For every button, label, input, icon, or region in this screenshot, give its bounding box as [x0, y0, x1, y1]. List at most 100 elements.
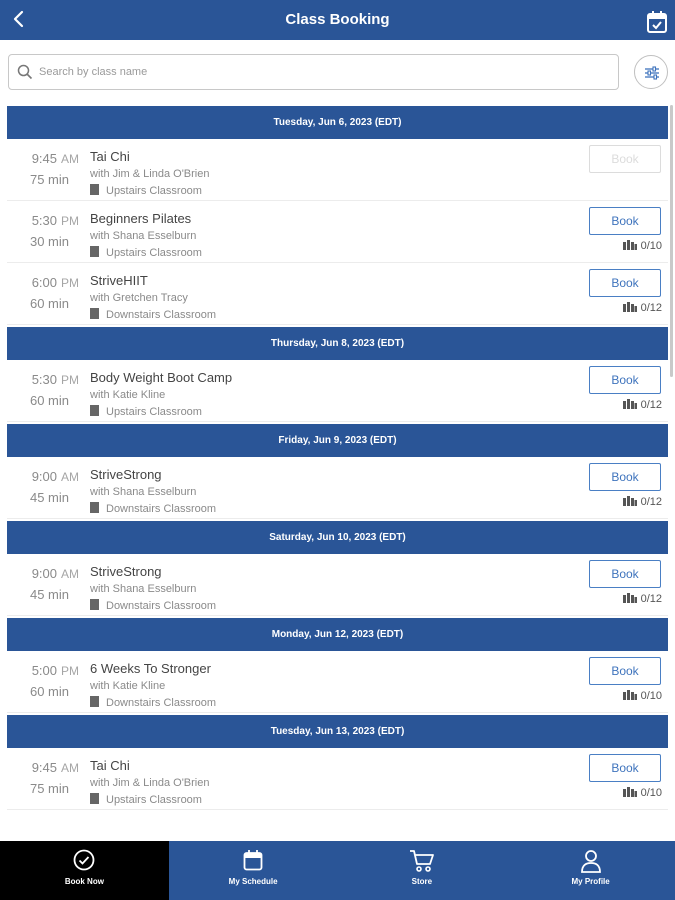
- book-button[interactable]: Book: [589, 754, 661, 782]
- class-name: 6 Weeks To Stronger: [90, 661, 211, 676]
- tab-my-profile[interactable]: My Profile: [506, 841, 675, 900]
- class-time: 5:30 PM: [31, 213, 79, 228]
- calendar-check-icon[interactable]: [646, 10, 668, 34]
- class-room: Downstairs Classroom: [90, 599, 216, 612]
- filter-sliders-icon: [645, 66, 659, 80]
- filter-button[interactable]: [634, 55, 668, 89]
- class-time: 5:30 PM: [31, 372, 79, 387]
- search-box[interactable]: [8, 54, 619, 90]
- book-button[interactable]: Book: [589, 366, 661, 394]
- day-header: Monday, Jun 12, 2023 (EDT): [7, 618, 668, 651]
- class-duration: 75 min: [29, 781, 69, 796]
- bottom-nav: Book Now My Schedule Store My Profile: [0, 841, 675, 900]
- class-row[interactable]: 9:45 AM 75 min Tai Chi with Jim & Linda O…: [7, 748, 668, 810]
- class-name: StriveHIIT: [90, 273, 148, 288]
- class-row[interactable]: 9:00 AM 45 min StriveStrong with Shana Es…: [7, 457, 668, 519]
- day-header: Saturday, Jun 10, 2023 (EDT): [7, 521, 668, 554]
- class-name: Body Weight Boot Camp: [90, 370, 233, 385]
- class-duration: 45 min: [29, 490, 69, 505]
- scrollbar[interactable]: [670, 105, 673, 377]
- class-row[interactable]: 9:45 AM 75 min Tai Chi with Jim & Linda O…: [7, 139, 668, 201]
- class-capacity: 0/12: [622, 593, 662, 605]
- door-icon: [90, 502, 99, 513]
- class-room: Upstairs Classroom: [90, 246, 202, 259]
- class-row[interactable]: 5:30 PM 60 min Body Weight Boot Camp with…: [7, 360, 668, 422]
- class-time: 9:00 AM: [31, 469, 79, 484]
- class-instructor: with Shana Esselburn: [90, 583, 197, 595]
- class-name: StriveStrong: [90, 564, 162, 579]
- class-time: 9:45 AM: [31, 151, 79, 166]
- class-duration: 30 min: [29, 234, 69, 249]
- tab-my-schedule[interactable]: My Schedule: [169, 841, 338, 900]
- class-room: Downstairs Classroom: [90, 308, 216, 321]
- class-row[interactable]: 5:00 PM 60 min 6 Weeks To Stronger with K…: [7, 651, 668, 713]
- people-icon: [622, 690, 637, 700]
- top-bar: Class Booking: [0, 0, 675, 40]
- search-input[interactable]: [39, 61, 599, 83]
- class-time: 6:00 PM: [31, 275, 79, 290]
- tab-book-now[interactable]: Book Now: [0, 841, 169, 900]
- book-button[interactable]: Book: [589, 463, 661, 491]
- search-icon: [17, 64, 33, 80]
- class-capacity: 0/10: [622, 240, 662, 252]
- class-row[interactable]: 6:00 PM 60 min StriveHIIT with Gretchen T…: [7, 263, 668, 325]
- people-icon: [622, 496, 637, 506]
- class-capacity: 0/10: [622, 787, 662, 799]
- tab-label: Store: [411, 877, 433, 886]
- door-icon: [90, 599, 99, 610]
- class-room: Upstairs Classroom: [90, 405, 202, 418]
- class-name: StriveStrong: [90, 467, 162, 482]
- page-title: Class Booking: [285, 11, 390, 28]
- book-button[interactable]: Book: [589, 657, 661, 685]
- class-room: Upstairs Classroom: [90, 184, 202, 197]
- class-room: Downstairs Classroom: [90, 502, 216, 515]
- book-button[interactable]: Book: [589, 560, 661, 588]
- day-header: Thursday, Jun 8, 2023 (EDT): [7, 327, 668, 360]
- class-room: Upstairs Classroom: [90, 793, 202, 806]
- class-instructor: with Katie Kline: [90, 680, 166, 692]
- class-time: 5:00 PM: [31, 663, 79, 678]
- class-duration: 60 min: [29, 393, 69, 408]
- class-row[interactable]: 5:30 PM 30 min Beginners Pilates with Sha…: [7, 201, 668, 263]
- tab-store[interactable]: Store: [338, 841, 507, 900]
- people-icon: [622, 240, 637, 250]
- people-icon: [622, 399, 637, 409]
- calendar-icon: [243, 849, 263, 876]
- class-duration: 60 min: [29, 684, 69, 699]
- class-instructor: with Jim & Linda O'Brien: [90, 168, 210, 180]
- people-icon: [622, 302, 637, 312]
- day-header: Tuesday, Jun 6, 2023 (EDT): [7, 106, 668, 139]
- class-capacity: 0/12: [622, 302, 662, 314]
- book-button[interactable]: Book: [589, 145, 661, 173]
- class-capacity: 0/12: [622, 496, 662, 508]
- class-instructor: with Katie Kline: [90, 389, 166, 401]
- book-button[interactable]: Book: [589, 269, 661, 297]
- people-icon: [622, 787, 637, 797]
- tab-label: My Schedule: [228, 877, 278, 886]
- day-header: Friday, Jun 9, 2023 (EDT): [7, 424, 668, 457]
- class-instructor: with Shana Esselburn: [90, 486, 197, 498]
- class-name: Beginners Pilates: [90, 211, 192, 226]
- door-icon: [90, 246, 99, 257]
- door-icon: [90, 793, 99, 804]
- class-instructor: with Shana Esselburn: [90, 230, 197, 242]
- door-icon: [90, 184, 99, 195]
- people-icon: [622, 593, 637, 603]
- class-list[interactable]: Tuesday, Jun 6, 2023 (EDT) 9:45 AM 75 min…: [0, 104, 675, 841]
- class-time: 9:45 AM: [31, 760, 79, 775]
- door-icon: [90, 405, 99, 416]
- class-name: Tai Chi: [90, 149, 130, 164]
- class-time: 9:00 AM: [31, 566, 79, 581]
- person-icon: [580, 849, 602, 878]
- class-row[interactable]: 9:00 AM 45 min StriveStrong with Shana Es…: [7, 554, 668, 616]
- class-capacity: 0/12: [622, 399, 662, 411]
- class-duration: 75 min: [29, 172, 69, 187]
- class-name: Tai Chi: [90, 758, 130, 773]
- book-button[interactable]: Book: [589, 207, 661, 235]
- cart-icon: [409, 849, 435, 878]
- class-duration: 60 min: [29, 296, 69, 311]
- tab-label: Book Now: [64, 877, 104, 886]
- check-circle-icon: [73, 849, 95, 876]
- class-room: Downstairs Classroom: [90, 696, 216, 709]
- door-icon: [90, 696, 99, 707]
